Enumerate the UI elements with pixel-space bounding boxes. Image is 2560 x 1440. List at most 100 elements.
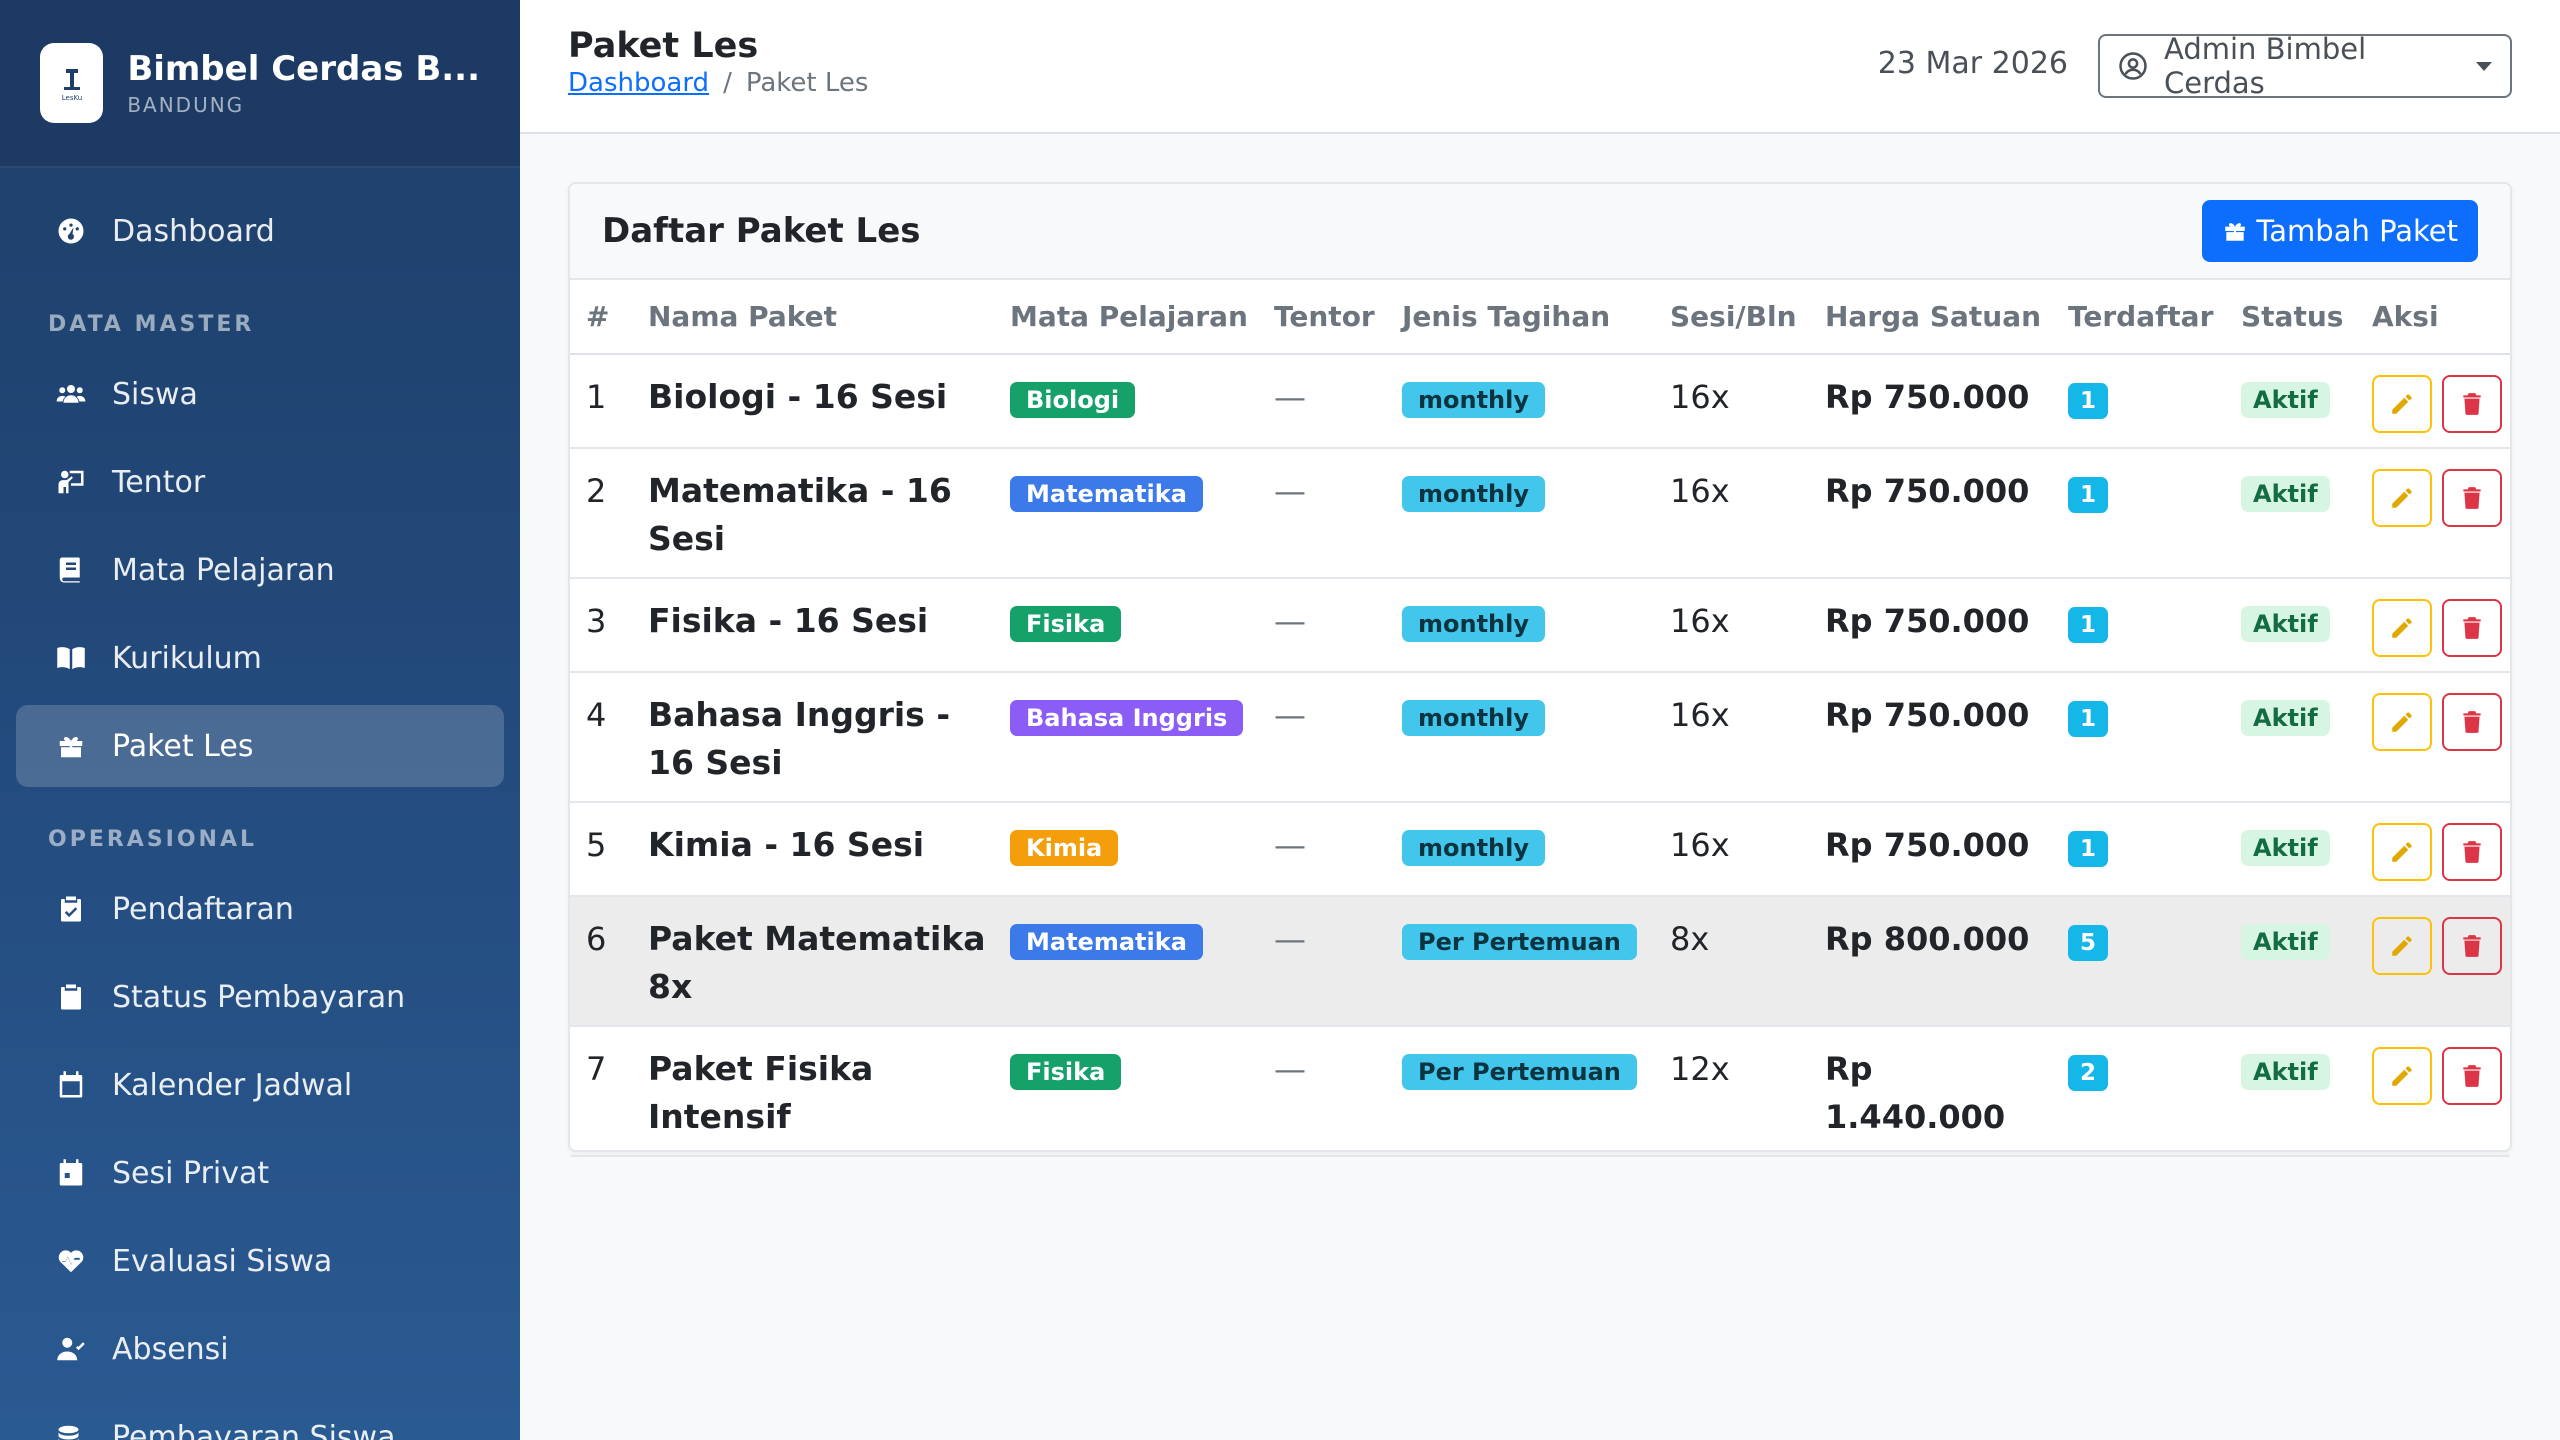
status-badge: Aktif [2241, 382, 2330, 418]
package-name: Matematika - 16 Sesi [640, 448, 1002, 579]
billing-badge: monthly [1402, 382, 1546, 418]
col-header[interactable]: Harga Satuan [1817, 280, 2060, 355]
edit-button[interactable] [2372, 823, 2432, 881]
subject-cell: Matematika [1002, 448, 1266, 579]
enrolled-badge: 1 [2068, 383, 2109, 419]
delete-button[interactable] [2442, 693, 2502, 751]
price-cell: Rp 750.000 [1817, 802, 2060, 897]
page-title: Paket Les [568, 26, 759, 66]
sidebar-item-evaluasi-siswa[interactable]: Evaluasi Siswa [16, 1220, 504, 1302]
pencil-icon [2392, 936, 2412, 956]
edit-button[interactable] [2372, 1047, 2432, 1105]
actions-cell [2364, 802, 2510, 897]
status-cell: Aktif [2233, 896, 2364, 1027]
edit-button[interactable] [2372, 693, 2432, 751]
col-header[interactable]: Status [2233, 280, 2364, 355]
row-number: 4 [570, 672, 640, 803]
col-header: Aksi [2364, 280, 2510, 355]
package-name: Kimia - 16 Sesi [640, 802, 1002, 897]
sidebar-item-sesi-privat[interactable]: Sesi Privat [16, 1132, 504, 1214]
sidebar-item-tentor[interactable]: Tentor [16, 441, 504, 523]
billing-cell: monthly [1394, 578, 1662, 673]
col-header[interactable]: Tentor [1266, 280, 1394, 355]
sidebar-item-absensi[interactable]: Absensi [16, 1308, 504, 1390]
logo-icon: LesKu [61, 69, 82, 102]
edit-button[interactable] [2372, 599, 2432, 657]
actions-cell [2364, 578, 2510, 673]
brand[interactable]: LesKu Bimbel Cerdas B... BANDUNG [0, 0, 520, 168]
edit-button[interactable] [2372, 917, 2432, 975]
col-header[interactable]: Sesi/Bln [1662, 280, 1817, 355]
enrolled-badge: 1 [2068, 831, 2109, 867]
subject-cell: Biologi [1002, 354, 1266, 449]
breadcrumb: Dashboard / Paket Les [568, 68, 868, 98]
gift-icon [2225, 223, 2246, 241]
price-cell: Rp 1.440.000 [1817, 1026, 2060, 1157]
table-row: 2 Matematika - 16 Sesi Matematika — mont… [570, 448, 2510, 579]
billing-badge: monthly [1402, 606, 1546, 642]
billing-badge: monthly [1402, 476, 1546, 512]
row-number: 7 [570, 1026, 640, 1157]
price-cell: Rp 750.000 [1817, 448, 2060, 579]
delete-button[interactable] [2442, 469, 2502, 527]
sidebar-item-label: Evaluasi Siswa [112, 1243, 333, 1279]
card-title: Daftar Paket Les [602, 211, 921, 251]
status-cell: Aktif [2233, 802, 2364, 897]
sessions-cell: 16x [1662, 354, 1817, 449]
billing-badge: Per Pertemuan [1402, 924, 1637, 960]
calendar-day-icon [54, 1156, 88, 1190]
delete-button[interactable] [2442, 823, 2502, 881]
col-header[interactable]: Terdaftar [2060, 280, 2233, 355]
sidebar-item-label: Tentor [112, 464, 206, 500]
enrolled-cell: 1 [2060, 802, 2233, 897]
table-row: 3 Fisika - 16 Sesi Fisika — monthly 16x … [570, 578, 2510, 673]
breadcrumb-dashboard-link[interactable]: Dashboard [568, 68, 709, 98]
card-header: Daftar Paket Les Tambah Paket [570, 184, 2510, 280]
col-header[interactable]: # [570, 280, 640, 355]
edit-button[interactable] [2372, 375, 2432, 433]
subject-cell: Bahasa Inggris [1002, 672, 1266, 803]
sidebar-item-siswa[interactable]: Siswa [16, 353, 504, 435]
sidebar-item-mata-pelajaran[interactable]: Mata Pelajaran [16, 529, 504, 611]
delete-button[interactable] [2442, 375, 2502, 433]
subject-badge: Kimia [1010, 830, 1119, 866]
sidebar-item-pendaftaran[interactable]: Pendaftaran [16, 868, 504, 950]
actions-cell [2364, 896, 2510, 1027]
status-cell: Aktif [2233, 1026, 2364, 1157]
sessions-cell: 16x [1662, 448, 1817, 579]
sidebar-item-status-pembayaran[interactable]: Status Pembayaran [16, 956, 504, 1038]
actions-cell [2364, 1026, 2510, 1157]
user-menu-button[interactable]: Admin Bimbel Cerdas [2098, 32, 2512, 100]
sidebar-item-label: Siswa [112, 376, 198, 412]
breadcrumb-current: Paket Les [745, 68, 869, 98]
col-header[interactable]: Mata Pelajaran [1002, 280, 1266, 355]
enrolled-badge: 2 [2068, 1055, 2109, 1091]
delete-button[interactable] [2442, 1047, 2502, 1105]
col-header[interactable]: Nama Paket [640, 280, 1002, 355]
sidebar-item-paket-les[interactable]: Paket Les [16, 705, 504, 787]
trash-icon [2463, 393, 2481, 415]
package-name: Fisika - 16 Sesi [640, 578, 1002, 673]
heart-pulse-icon [54, 1244, 88, 1278]
sidebar-item-dashboard[interactable]: Dashboard [16, 190, 504, 272]
actions-cell [2364, 672, 2510, 803]
table-header-row: # Nama Paket Mata Pelajaran Tentor Jenis… [570, 280, 2510, 355]
topbar: Paket Les Dashboard / Paket Les 23 Mar 202… [520, 0, 2560, 134]
billing-badge: Per Pertemuan [1402, 1054, 1637, 1090]
chevron-down-icon [2476, 61, 2492, 71]
delete-button[interactable] [2442, 599, 2502, 657]
package-name: Biologi - 16 Sesi [640, 354, 1002, 449]
delete-button[interactable] [2442, 917, 2502, 975]
sidebar-item-pembayaran-siswa[interactable]: Pembayaran Siswa [16, 1396, 504, 1440]
trash-icon [2463, 935, 2481, 957]
edit-button[interactable] [2372, 469, 2432, 527]
sidebar-item-kalender-jadwal[interactable]: Kalender Jadwal [16, 1044, 504, 1126]
sidebar-item-kurikulum[interactable]: Kurikulum [16, 617, 504, 699]
col-header[interactable]: Jenis Tagihan [1394, 280, 1662, 355]
add-paket-button[interactable]: Tambah Paket [2202, 200, 2478, 262]
billing-badge: monthly [1402, 830, 1546, 866]
enrolled-cell: 1 [2060, 448, 2233, 579]
row-number: 5 [570, 802, 640, 897]
trash-icon [2463, 841, 2481, 863]
actions-cell [2364, 354, 2510, 449]
